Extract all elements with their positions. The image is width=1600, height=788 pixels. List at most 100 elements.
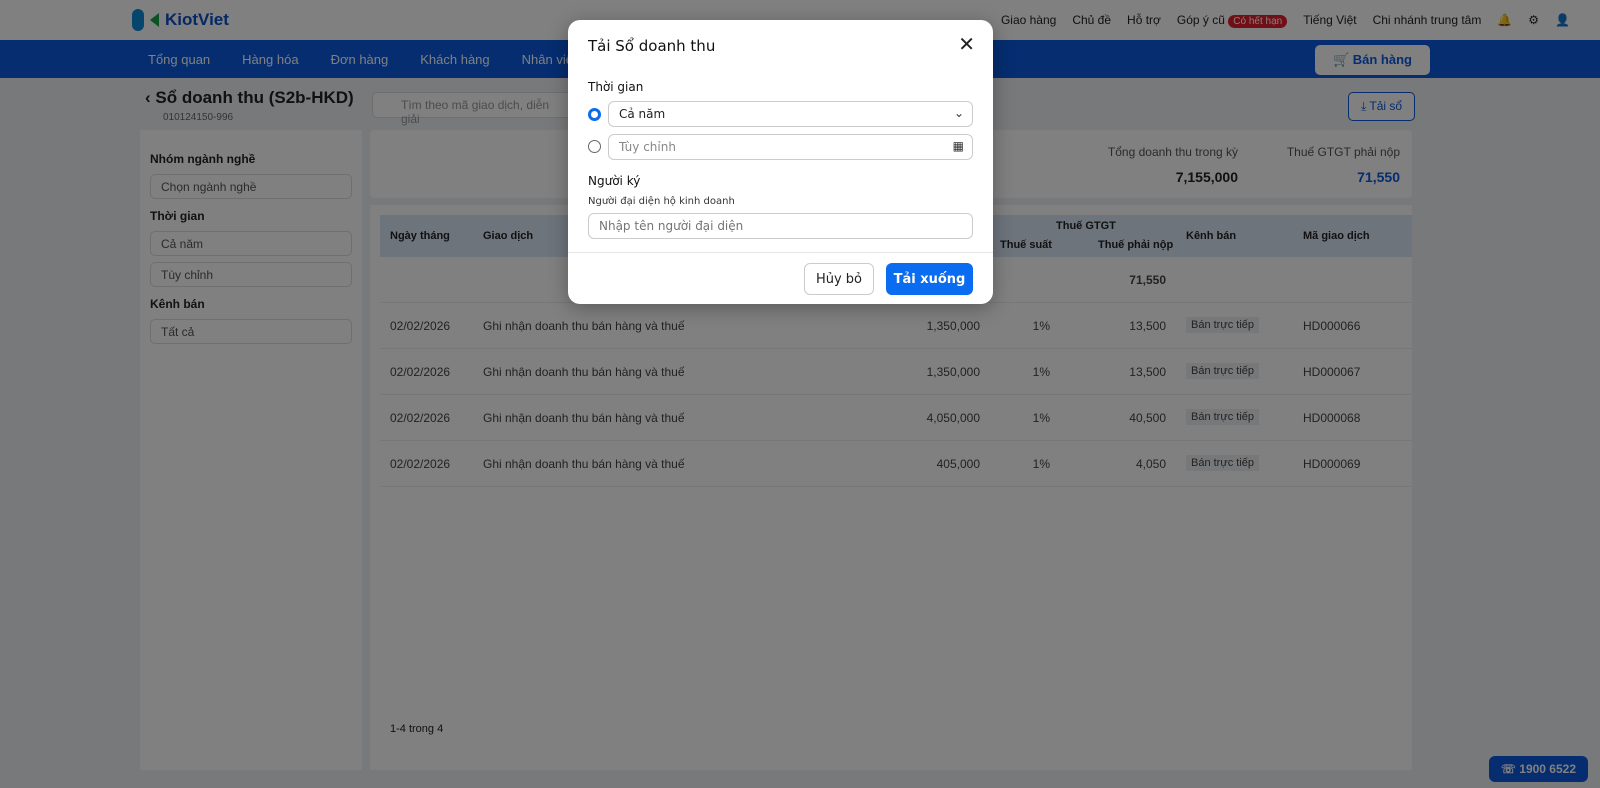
filter-sidebar: Nhóm ngành nghề Chọn ngành nghề Thời gia… [140,130,362,770]
signer-label: Người ký [588,174,641,188]
cell-tx: Ghi nhận doanh thu bán hàng và thuế [483,411,685,425]
cell-code: HD000067 [1303,365,1361,379]
col-vat-due: Thuế phải nộp [1098,239,1174,251]
cell-vat: 13,500 [1129,319,1166,333]
radio-year[interactable] [588,108,601,121]
time-label: Thời gian [150,209,205,223]
cell-code: HD000066 [1303,319,1361,333]
expiry-badge: Có hết hạn [1228,15,1288,28]
signer-input[interactable] [588,213,973,239]
close-icon[interactable]: ✕ [958,34,975,54]
cell-date: 02/02/2026 [390,319,451,333]
revenue-summary: Tổng doanh thu trong kỳ 7,155,000 [1108,145,1238,185]
cell-rate: 1% [1032,411,1050,425]
revenue-label: Tổng doanh thu trong kỳ [1107,145,1238,159]
vat-label: Thuế GTGT phải nộp [1286,145,1400,159]
chevron-down-icon: ⌄ [953,106,964,120]
nav-customers[interactable]: Khách hàng [420,52,489,67]
hotline-button[interactable]: ☏ 1900 6522 [1488,756,1588,782]
custom-date-field[interactable]: Tùy chỉnh ▦ [608,134,973,160]
time-year-select[interactable]: Cả năm [150,231,352,256]
hotline-number: 1900 6522 [1519,762,1576,776]
link-theme[interactable]: Chủ đề [1072,13,1111,27]
feedback-label: Góp ý cũ [1176,13,1225,27]
download-button[interactable]: Tải xuống [886,263,973,295]
cell-amount: 4,050,000 [926,411,980,425]
cell-code: HD000069 [1303,457,1361,471]
sell-label: Bán hàng [1352,52,1412,67]
link-feedback[interactable]: Góp ý cũ Có hết hạn [1176,13,1288,28]
cell-rate: 1% [1032,457,1050,471]
modal-time-label: Thời gian [588,80,644,94]
cell-vat: 13,500 [1129,365,1166,379]
cell-date: 02/02/2026 [390,365,451,379]
radio-custom[interactable] [588,140,601,153]
divider [568,252,993,253]
col-date: Ngày tháng [390,230,450,242]
modal-title: Tải Sổ doanh thu [588,37,716,55]
page-title: ‹ Sổ doanh thu (S2b-HKD) [145,88,354,107]
download-book-label: Tải sổ [1369,99,1403,113]
cell-vat: 40,500 [1129,411,1166,425]
col-tx: Giao dịch [483,230,534,242]
year-select[interactable]: Cả năm ⌄ [608,101,973,127]
cell-date: 02/02/2026 [390,411,451,425]
custom-date-placeholder: Tùy chỉnh [619,140,676,154]
table-row[interactable]: 02/02/2026 Ghi nhận doanh thu bán hàng và… [380,441,1412,487]
year-select-value: Cả năm [619,107,666,121]
cell-vat: 4,050 [1135,457,1166,471]
cell-tx: Ghi nhận doanh thu bán hàng và thuế [483,457,685,471]
brand-name: KiotViet [165,10,229,29]
total-vat: 71,550 [1129,273,1166,287]
page-title-text: Sổ doanh thu (S2b-HKD) [155,88,354,107]
cell-rate: 1% [1032,365,1050,379]
link-delivery[interactable]: Giao hàng [1001,13,1056,27]
cell-amount: 405,000 [936,457,980,471]
logo: KiotViet [132,9,229,31]
channel-label: Kênh bán [150,297,205,311]
cell-amount: 1,350,000 [926,319,980,333]
link-support[interactable]: Hỗ trợ [1127,13,1161,27]
user-icon[interactable]: 👤 [1555,13,1570,27]
bell-icon[interactable]: 🔔 [1497,13,1512,27]
cell-rate: 1% [1032,319,1050,333]
col-vat-group: Thuế GTGT [1056,220,1116,232]
cell-code: HD000068 [1303,411,1361,425]
table-row[interactable]: 02/02/2026 Ghi nhận doanh thu bán hàng và… [380,303,1412,349]
branch-select[interactable]: Chi nhánh trung tâm [1373,13,1482,27]
download-modal: Tải Sổ doanh thu ✕ Thời gian Cả năm ⌄ Tùy… [568,20,993,304]
cell-channel: Bán trực tiếp [1186,455,1260,471]
cell-channel: Bán trực tiếp [1186,409,1260,425]
cancel-button[interactable]: Hủy bỏ [804,263,874,295]
table-row[interactable]: 02/02/2026 Ghi nhận doanh thu bán hàng và… [380,395,1412,441]
calendar-icon[interactable]: ▦ [953,139,964,153]
signer-sublabel: Người đại diện hộ kinh doanh [588,196,735,207]
cell-channel: Bán trực tiếp [1186,317,1260,333]
revenue-value: 7,155,000 [1175,169,1238,185]
cell-amount: 1,350,000 [926,365,980,379]
cell-tx: Ghi nhận doanh thu bán hàng và thuế [483,365,685,379]
download-book-button[interactable]: ⤓ Tải sổ [1348,92,1416,121]
group-select[interactable]: Chọn ngành nghề [150,174,352,199]
nav-orders[interactable]: Đơn hàng [331,52,389,67]
nav-overview[interactable]: Tổng quan [148,52,210,67]
time-custom-field[interactable]: Tùy chỉnh [150,262,352,287]
sell-button[interactable]: 🛒 Bán hàng [1314,45,1430,75]
pagination: 1-4 trong 4 [390,723,444,735]
col-rate: Thuế suất [1000,239,1052,251]
cell-channel: Bán trực tiếp [1186,363,1260,379]
search-input[interactable]: Tìm theo mã giao dịch, diễn giải [372,92,592,126]
cell-date: 02/02/2026 [390,457,451,471]
table-row[interactable]: 02/02/2026 Ghi nhận doanh thu bán hàng và… [380,349,1412,395]
language-select[interactable]: Tiếng Việt [1303,13,1356,27]
col-channel: Kênh bán [1186,230,1237,242]
col-code: Mã giao dịch [1303,230,1370,242]
cell-tx: Ghi nhận doanh thu bán hàng và thuế [483,319,685,333]
page-subtitle: 010124150-996 [163,112,234,123]
channel-select[interactable]: Tất cả [150,319,352,344]
vat-summary: Thuế GTGT phải nộp 71,550 [1287,145,1400,185]
vat-value: 71,550 [1357,169,1400,185]
nav-products[interactable]: Hàng hóa [242,52,298,67]
gear-icon[interactable]: ⚙ [1528,13,1539,27]
group-label: Nhóm ngành nghề [150,152,256,166]
